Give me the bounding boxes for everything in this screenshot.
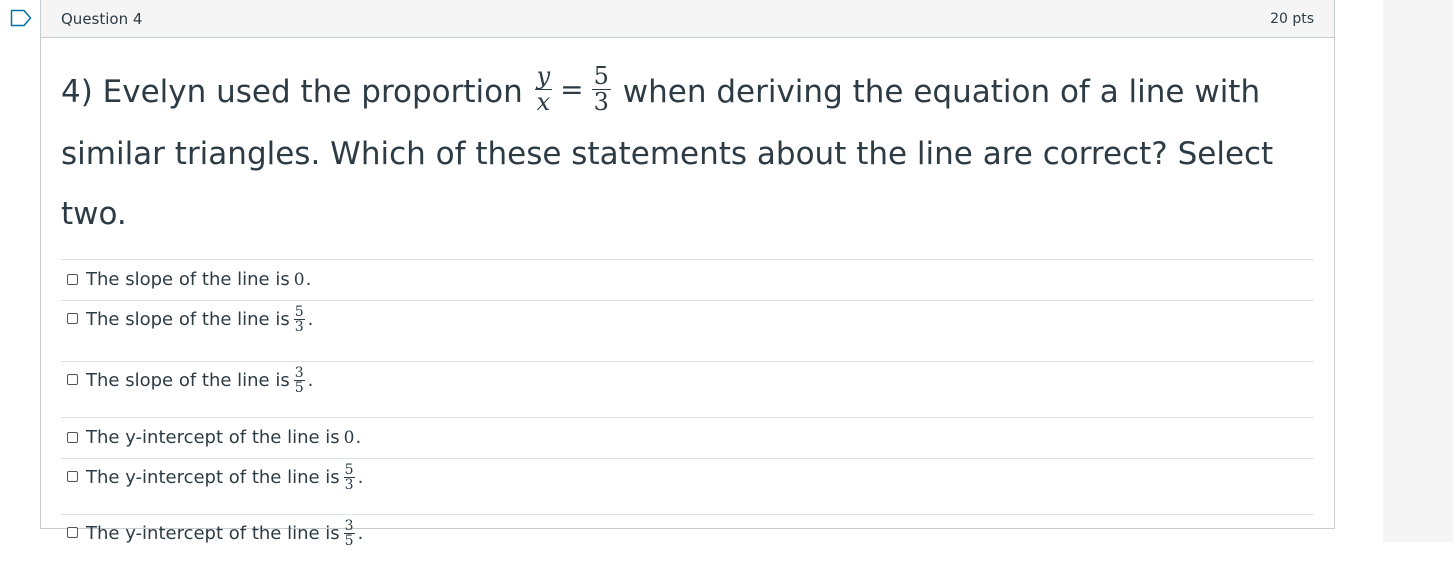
answer-value: 0 — [343, 427, 355, 448]
proportion-left-fraction: yx — [534, 61, 553, 116]
answer-label: The slope of the line is 53. — [86, 303, 314, 336]
answer-suffix: . — [357, 467, 364, 489]
answer-fraction-denominator: 3 — [344, 477, 354, 494]
answer-suffix: . — [357, 523, 364, 545]
answer-fraction-numerator: 3 — [293, 364, 305, 382]
answer-suffix: . — [355, 427, 362, 448]
answer-label: The y-intercept of the line is 0. — [86, 427, 361, 448]
answer-label: The slope of the line is 35. — [86, 364, 314, 397]
answer-prefix: The y-intercept of the line is — [86, 427, 340, 448]
answer-fraction-numerator: 3 — [343, 517, 355, 535]
answer-option-5[interactable]: The y-intercept of the line is 53. — [61, 459, 1314, 515]
answer-suffix: . — [305, 269, 312, 290]
proportion-left-denominator: x — [536, 88, 551, 116]
question-body: 4) Evelyn used the proportion y x = 5 3 when… — [41, 38, 1334, 567]
answer-prefix: The slope of the line is — [86, 309, 290, 331]
question-points: 20 pts — [1270, 10, 1314, 27]
answer-fraction-denominator: 3 — [294, 319, 304, 336]
question-title: Question 4 — [61, 9, 143, 28]
question-card: Question 4 20 pts 4) Evelyn used the pro… — [40, 0, 1335, 548]
answer-fraction-numerator: 5 — [293, 303, 305, 321]
proportion-equals: = — [560, 72, 584, 106]
answer-option-4[interactable]: The y-intercept of the line is 0. — [61, 418, 1314, 459]
proportion-right-numerator: 5 — [591, 61, 611, 90]
answer-option-1[interactable]: The slope of the line is 0. — [61, 260, 1314, 301]
answer-prefix: The slope of the line is — [86, 370, 290, 392]
answer-fraction: 53 — [293, 303, 305, 336]
answer-checkbox[interactable] — [67, 373, 78, 385]
answer-fraction-numerator: 5 — [343, 461, 355, 479]
question-text: 4) Evelyn used the proportion y x = 5 3 when… — [61, 62, 1314, 244]
answer-suffix: . — [307, 309, 314, 331]
answer-option-6[interactable]: The y-intercept of the line is 35. — [61, 515, 1314, 567]
answer-fraction: 35 — [343, 517, 355, 549]
proportion-left-numerator: y — [534, 61, 553, 90]
answer-fraction: 35 — [293, 364, 305, 397]
question-header: Question 4 20 pts — [41, 0, 1334, 38]
answer-checkbox[interactable] — [67, 470, 78, 482]
answer-label: The y-intercept of the line is 35. — [86, 517, 364, 549]
proportion-right-fraction: 53 — [591, 61, 611, 116]
flag-question-icon[interactable] — [10, 9, 32, 27]
answer-fraction-denominator: 5 — [294, 380, 304, 397]
question-text-prefix: 4) Evelyn used the proportion — [61, 74, 533, 110]
answer-prefix: The y-intercept of the line is — [86, 523, 340, 545]
answer-option-2[interactable]: The slope of the line is 53. — [61, 301, 1314, 362]
answer-prefix: The slope of the line is — [86, 269, 290, 290]
answer-checkbox[interactable] — [67, 274, 78, 285]
answer-suffix: . — [307, 370, 314, 392]
answer-fraction: 53 — [343, 461, 355, 494]
answer-label: The y-intercept of the line is 53. — [86, 461, 364, 494]
right-gutter — [1383, 0, 1453, 542]
answer-checkbox[interactable] — [67, 312, 78, 324]
answer-checkbox[interactable] — [67, 526, 78, 538]
proportion-right-denominator: 3 — [593, 88, 609, 116]
answer-prefix: The y-intercept of the line is — [86, 467, 340, 489]
answer-option-3[interactable]: The slope of the line is 35. — [61, 362, 1314, 418]
answer-list: The slope of the line is 0. The slope of… — [61, 258, 1314, 567]
answer-label: The slope of the line is 0. — [86, 269, 311, 290]
answer-value: 0 — [293, 269, 305, 290]
answer-checkbox[interactable] — [67, 432, 78, 443]
